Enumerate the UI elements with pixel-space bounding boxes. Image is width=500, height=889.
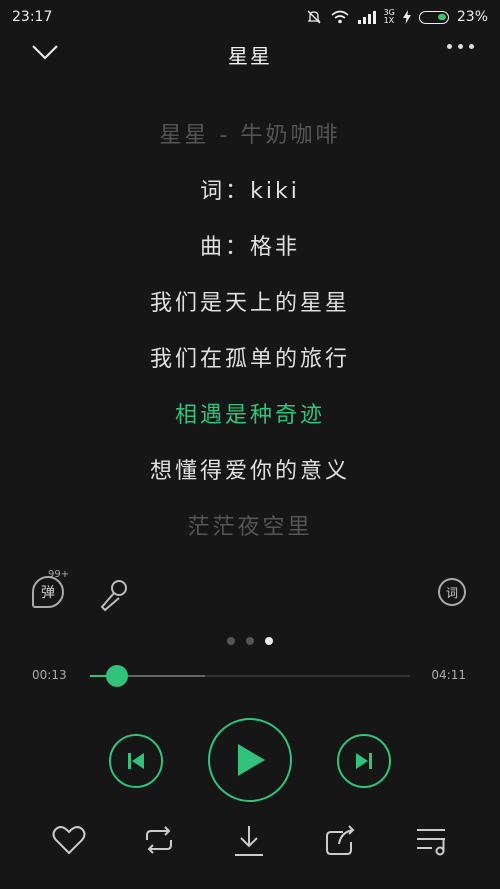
status-time: 23:17 [12,9,53,25]
lyric-toggle-button[interactable]: 词 [438,578,466,606]
lyric-line: 茫茫夜空里 [187,515,313,540]
heart-icon[interactable] [52,824,86,856]
status-bar: 23:17 3G 1X 23% [0,0,500,34]
skip-next-icon [356,753,372,769]
microphone-icon[interactable] [98,578,130,612]
chevron-down-icon[interactable] [30,40,60,64]
lyric-line: 我们是天上的星星 [149,291,350,316]
current-time: 00:13 [32,668,67,682]
lyric-line: 词：kiki [200,179,300,204]
status-icons: 3G 1X 23% [306,9,488,25]
play-icon [238,744,265,776]
next-button[interactable] [337,734,391,788]
more-dots-icon[interactable] [447,44,474,49]
lyric-line-current: 相遇是种奇迹 [174,403,325,428]
tool-row: 弹 99+ 词 [0,569,500,616]
page-indicator [0,637,500,645]
skip-previous-icon [128,753,144,769]
wifi-icon [331,10,349,24]
lyrics-panel[interactable]: 星星 - 牛奶咖啡 词：kiki 曲：格非我们是天上的星星 我们在孤单的旅行 相遇是种奇… [0,108,500,556]
lyric-line: 我们在孤单的旅行 [149,347,350,372]
battery-percent: 23% [456,9,488,25]
danmu-count: 99+ [48,569,70,580]
danmu-label: 弹 [41,585,55,601]
song-title: 星星 [228,43,272,68]
page-dot[interactable] [227,637,235,645]
lyric-toggle-label: 词 [445,585,458,600]
progress-row: 00:13 04:11 [0,664,500,688]
bottom-action-bar [0,820,500,864]
lyric-line: 星星 - 牛奶咖啡 [159,123,341,148]
page-dot[interactable] [265,637,273,645]
progress-track[interactable] [90,665,410,687]
progress-thumb[interactable] [106,665,129,687]
lyric-line: 曲：格非 [199,235,300,260]
playlist-icon[interactable] [414,824,450,858]
battery-icon [418,10,449,24]
battery-level [437,13,446,20]
repeat-icon[interactable] [141,824,177,856]
player-header: 星星 [0,34,500,74]
playback-controls [0,718,500,804]
download-icon[interactable] [232,824,266,858]
previous-button[interactable] [109,734,163,788]
total-time: 04:11 [431,668,466,682]
signal-icon [357,11,376,24]
share-icon[interactable] [323,824,357,858]
charging-icon [402,10,411,24]
bell-off-icon [307,10,321,24]
page-dot[interactable] [246,637,254,645]
danmu-button[interactable]: 弹 [32,576,64,608]
lyric-line: 想懂得爱你的意义 [149,459,350,484]
network-type-bottom: 1X [383,16,395,25]
play-button[interactable] [208,718,292,802]
network-type: 3G 1X [384,9,395,25]
